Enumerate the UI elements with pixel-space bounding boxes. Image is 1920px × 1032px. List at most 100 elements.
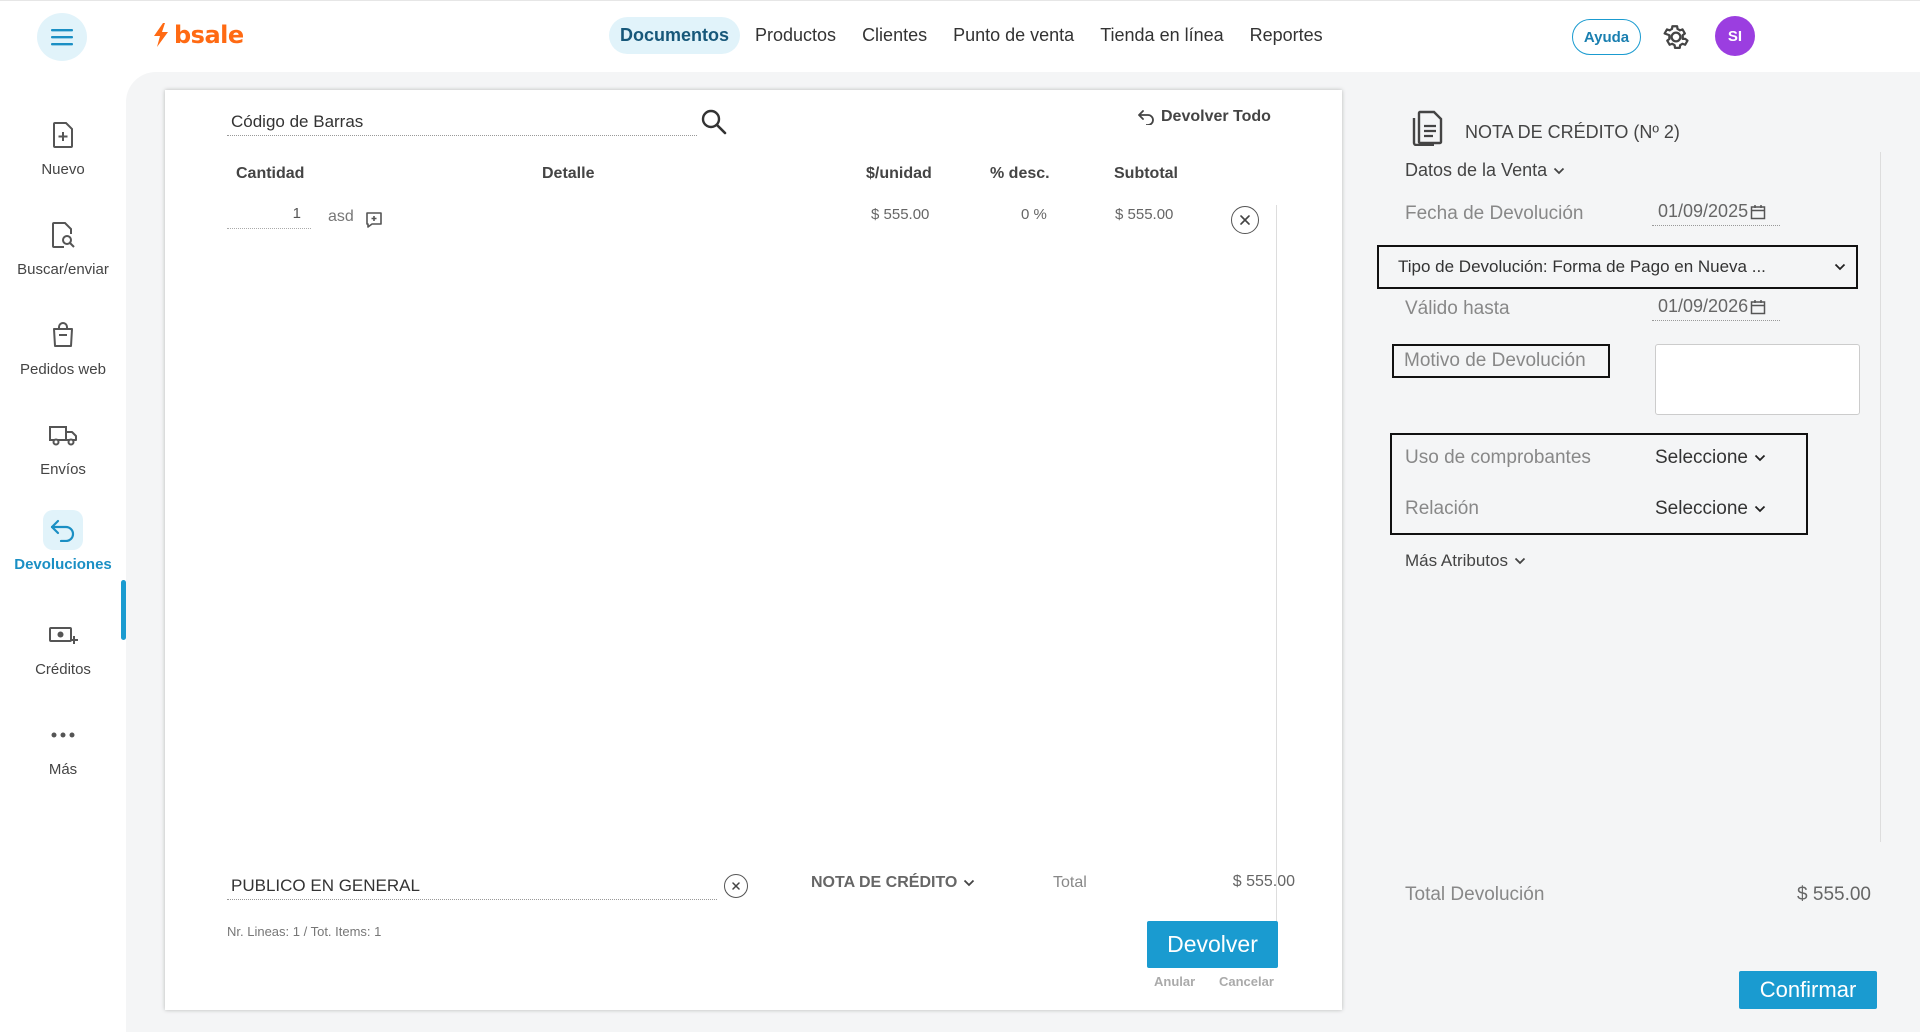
calendar-icon xyxy=(1750,204,1766,219)
credit-note-panel: NOTA DE CRÉDITO (Nº 2) Datos de la Venta… xyxy=(1370,90,1910,1030)
undo-arrow-icon xyxy=(1138,110,1154,125)
user-avatar[interactable]: SI xyxy=(1715,16,1755,56)
sidebar-item-label: Créditos xyxy=(35,661,91,678)
more-dots-icon xyxy=(51,732,75,738)
reason-label: Motivo de Devolución xyxy=(1392,344,1610,378)
more-attributes-label: Más Atributos xyxy=(1405,551,1508,570)
anular-link[interactable]: Anular xyxy=(1154,974,1195,989)
usage-value: Seleccione xyxy=(1655,447,1748,468)
more-attributes-toggle[interactable]: Más Atributos xyxy=(1405,551,1526,571)
return-type-select[interactable]: Tipo de Devolución: Forma de Pago en Nue… xyxy=(1377,245,1858,289)
main-nav: Documentos Productos Clientes Punto de v… xyxy=(609,17,1338,54)
sidebar-item-label: Envíos xyxy=(40,461,86,478)
row-qty-input[interactable]: 1 xyxy=(227,205,311,229)
nav-punto-de-venta[interactable]: Punto de venta xyxy=(942,17,1085,54)
cancelar-link[interactable]: Cancelar xyxy=(1219,974,1274,989)
close-icon xyxy=(1240,215,1250,225)
column-header-qty: Cantidad xyxy=(236,165,305,182)
devolver-button[interactable]: Devolver xyxy=(1147,921,1278,968)
nav-tienda-en-linea[interactable]: Tienda en línea xyxy=(1089,17,1234,54)
truck-icon xyxy=(49,426,77,446)
add-note-icon[interactable] xyxy=(365,211,383,229)
reason-textarea[interactable] xyxy=(1655,344,1860,415)
sidebar-item-pedidos-web[interactable]: Pedidos web xyxy=(0,315,126,395)
sale-data-toggle[interactable]: Datos de la Venta xyxy=(1405,160,1565,181)
document-type-select[interactable]: NOTA DE CRÉDITO xyxy=(811,874,975,892)
shopping-bag-icon xyxy=(53,322,73,347)
return-date-value: 01/09/2025 xyxy=(1658,201,1749,221)
return-type-label: Tipo de Devolución: Forma de Pago en Nue… xyxy=(1398,257,1766,276)
search-icon[interactable] xyxy=(700,108,728,136)
sidebar-item-envios[interactable]: Envíos xyxy=(0,415,126,495)
usage-select[interactable]: Seleccione xyxy=(1655,447,1766,469)
return-all-button[interactable]: Devolver Todo xyxy=(1137,108,1271,126)
hamburger-icon xyxy=(51,29,73,46)
sidebar-item-label: Nuevo xyxy=(41,161,85,178)
sidebar-item-devoluciones[interactable]: Devoluciones xyxy=(0,510,126,590)
chevron-down-icon xyxy=(1553,167,1565,174)
relation-select[interactable]: Seleccione xyxy=(1655,498,1766,520)
chevron-down-icon xyxy=(964,879,975,887)
table-divider xyxy=(1276,205,1277,935)
sidebar-item-label: Devoluciones xyxy=(14,556,112,573)
menu-button[interactable] xyxy=(37,13,87,61)
nav-documentos[interactable]: Documentos xyxy=(609,17,741,54)
sidebar-item-label: Buscar/enviar xyxy=(17,261,109,278)
valid-until-field[interactable]: 01/09/2026 xyxy=(1652,293,1780,321)
bsale-logo[interactable]: bsale xyxy=(152,21,244,49)
calendar-icon xyxy=(1750,299,1766,314)
sidebar-item-label: Más xyxy=(48,761,78,778)
usage-label: Uso de comprobantes xyxy=(1405,447,1591,468)
document-copy-icon xyxy=(1412,110,1443,146)
help-button[interactable]: Ayuda xyxy=(1572,19,1641,55)
money-plus-icon xyxy=(49,627,78,644)
nav-productos[interactable]: Productos xyxy=(744,17,847,54)
credit-note-title: NOTA DE CRÉDITO (Nº 2) xyxy=(1465,122,1680,142)
total-label: Total xyxy=(1053,874,1087,891)
column-header-subtotal: Subtotal xyxy=(1114,165,1178,182)
column-header-detail: Detalle xyxy=(542,165,595,182)
row-detail: asd xyxy=(328,208,354,225)
remove-row-button[interactable] xyxy=(1231,206,1259,234)
clear-client-button[interactable] xyxy=(724,874,748,898)
row-discount: 0 % xyxy=(1021,206,1047,223)
document-type-label: NOTA DE CRÉDITO xyxy=(811,874,958,891)
total-return-label: Total Devolución xyxy=(1405,884,1545,905)
gear-icon[interactable] xyxy=(1661,22,1691,52)
return-all-label: Devolver Todo xyxy=(1161,108,1271,125)
row-subtotal: $ 555.00 xyxy=(1115,206,1174,223)
relation-label: Relación xyxy=(1405,498,1479,519)
column-header-discount: % desc. xyxy=(990,165,1050,182)
sidebar-item-creditos[interactable]: Créditos xyxy=(0,615,126,695)
sidebar-item-nuevo[interactable]: Nuevo xyxy=(0,115,126,195)
chevron-down-icon xyxy=(1834,263,1846,271)
line-summary: Nr. Lineas: 1 / Tot. Items: 1 xyxy=(227,924,382,939)
file-search-icon xyxy=(52,222,75,248)
file-plus-icon xyxy=(53,122,73,148)
column-header-unit-price: $/unidad xyxy=(866,165,932,182)
chevron-down-icon xyxy=(1754,505,1766,513)
relation-value: Seleccione xyxy=(1655,498,1748,519)
chevron-down-icon xyxy=(1514,557,1526,565)
sidebar: Nuevo Buscar/enviar Pedidos web Envíos D… xyxy=(0,70,126,1032)
chevron-down-icon xyxy=(1754,454,1766,462)
confirm-button[interactable]: Confirmar xyxy=(1739,971,1877,1009)
panel-divider xyxy=(1880,152,1881,842)
row-unit-price: $ 555.00 xyxy=(871,206,930,223)
logo-bolt-icon xyxy=(154,23,168,47)
sidebar-item-mas[interactable]: Más xyxy=(0,715,126,795)
valid-until-value: 01/09/2026 xyxy=(1658,296,1749,316)
document-panel: Código de Barras Devolver Todo Cantidad … xyxy=(165,90,1342,1010)
return-date-label: Fecha de Devolución xyxy=(1405,203,1584,224)
total-return-value: $ 555.00 xyxy=(1797,884,1871,905)
return-date-field[interactable]: 01/09/2025 xyxy=(1652,198,1780,226)
top-bar: bsale Documentos Productos Clientes Punt… xyxy=(0,0,1920,70)
return-arrow-icon xyxy=(50,519,75,542)
barcode-input[interactable]: Código de Barras xyxy=(227,108,697,136)
valid-until-label: Válido hasta xyxy=(1405,298,1510,319)
nav-clientes[interactable]: Clientes xyxy=(851,17,938,54)
logo-text: bsale xyxy=(174,21,244,49)
nav-reportes[interactable]: Reportes xyxy=(1239,17,1334,54)
sidebar-item-buscar-enviar[interactable]: Buscar/enviar xyxy=(0,215,126,295)
client-input[interactable]: PUBLICO EN GENERAL xyxy=(227,872,717,900)
